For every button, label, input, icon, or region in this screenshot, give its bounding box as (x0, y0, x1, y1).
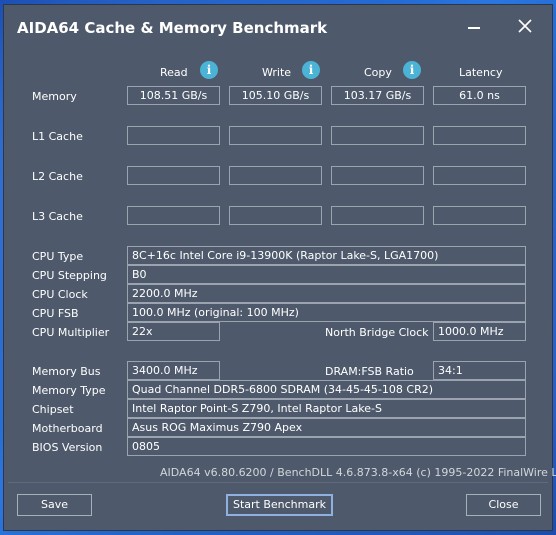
close-icon (518, 19, 532, 33)
cpu-type-value: 8C+16c Intel Core i9-13900K (Raptor Lake… (127, 246, 526, 265)
motherboard-value: Asus ROG Maximus Z790 Apex (127, 418, 526, 437)
read-column-header: Read (160, 66, 188, 79)
l3-cache-row-label: L3 Cache (32, 210, 83, 223)
l2-latency-value (433, 166, 526, 185)
bios-version-label: BIOS Version (32, 441, 103, 454)
write-column-header: Write (262, 66, 292, 79)
cpu-clock-label: CPU Clock (32, 288, 88, 301)
cpu-fsb-value: 100.0 MHz (original: 100 MHz) (127, 303, 526, 322)
north-bridge-clock-value: 1000.0 MHz (433, 322, 526, 341)
cpu-clock-value: 2200.0 MHz (127, 284, 526, 303)
motherboard-label: Motherboard (32, 422, 103, 435)
l1-copy-value (331, 126, 424, 145)
l3-read-value (127, 206, 220, 225)
memory-type-value: Quad Channel DDR5-6800 SDRAM (34-45-45-1… (127, 380, 526, 399)
cpu-fsb-label: CPU FSB (32, 307, 79, 320)
footer-divider (8, 482, 548, 483)
version-copyright-text: AIDA64 v6.80.6200 / BenchDLL 4.6.873.8-x… (160, 466, 556, 479)
start-benchmark-button[interactable]: Start Benchmark (226, 494, 333, 516)
cpu-stepping-label: CPU Stepping (32, 269, 107, 282)
l1-cache-row-label: L1 Cache (32, 130, 83, 143)
memory-bus-label: Memory Bus (32, 365, 101, 378)
memory-copy-value: 103.17 GB/s (331, 86, 424, 105)
read-info-icon[interactable]: i (200, 61, 218, 79)
write-info-icon[interactable]: i (302, 61, 320, 79)
close-window-button[interactable] (511, 15, 539, 39)
copy-info-icon[interactable]: i (403, 61, 421, 79)
l1-read-value (127, 126, 220, 145)
l1-write-value (229, 126, 322, 145)
memory-read-value: 108.51 GB/s (127, 86, 220, 105)
memory-latency-value: 61.0 ns (433, 86, 526, 105)
l2-read-value (127, 166, 220, 185)
chipset-value: Intel Raptor Point-S Z790, Intel Raptor … (127, 399, 526, 418)
latency-column-header: Latency (459, 66, 503, 79)
north-bridge-clock-label: North Bridge Clock (325, 326, 429, 339)
memory-bus-value: 3400.0 MHz (127, 361, 220, 380)
bios-version-value: 0805 (127, 437, 526, 456)
dram-fsb-ratio-value: 34:1 (433, 361, 526, 380)
cpu-multiplier-label: CPU Multiplier (32, 326, 110, 339)
cpu-multiplier-value: 22x (127, 322, 220, 341)
chipset-label: Chipset (32, 403, 74, 416)
copy-column-header: Copy (364, 66, 392, 79)
l3-copy-value (331, 206, 424, 225)
cpu-stepping-value: B0 (127, 265, 526, 284)
close-button[interactable]: Close (466, 494, 541, 516)
l3-latency-value (433, 206, 526, 225)
memory-write-value: 105.10 GB/s (229, 86, 322, 105)
dram-fsb-ratio-label: DRAM:FSB Ratio (325, 365, 414, 378)
l3-write-value (229, 206, 322, 225)
memory-row-label: Memory (32, 90, 77, 103)
cpu-type-label: CPU Type (32, 250, 84, 263)
minimize-button[interactable] (460, 15, 488, 39)
save-button[interactable]: Save (17, 494, 92, 516)
title-bar[interactable]: AIDA64 Cache & Memory Benchmark (4, 5, 552, 49)
memory-type-label: Memory Type (32, 384, 106, 397)
l1-latency-value (433, 126, 526, 145)
window-title: AIDA64 Cache & Memory Benchmark (17, 19, 328, 37)
benchmark-window: AIDA64 Cache & Memory Benchmark Read i W… (3, 4, 556, 531)
l2-copy-value (331, 166, 424, 185)
l2-cache-row-label: L2 Cache (32, 170, 83, 183)
l2-write-value (229, 166, 322, 185)
minimize-icon (468, 27, 480, 29)
